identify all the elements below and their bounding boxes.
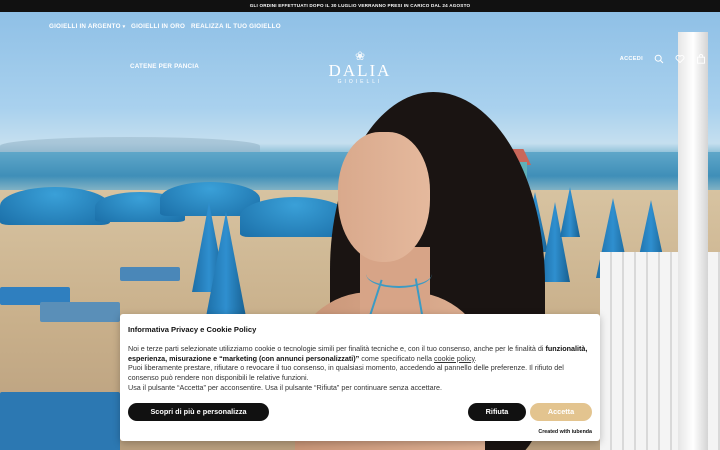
bag-icon[interactable] [696, 54, 706, 64]
cookie-text-part: come specificato nella [359, 353, 434, 363]
cookie-text: Noi e terze parti selezionate utilizziam… [128, 344, 594, 393]
cookie-title: Informativa Privacy e Cookie Policy [128, 325, 257, 334]
beach-lounger [0, 392, 120, 450]
iubenda-credit[interactable]: Created with iubenda [538, 429, 592, 435]
learn-more-customize-button[interactable]: Scopri di più e personalizza [128, 403, 269, 421]
beach-lounger [120, 267, 180, 281]
search-icon[interactable] [654, 54, 664, 64]
brand-logo[interactable]: ❀ DALIA GIOIELLI [322, 50, 398, 98]
accept-button[interactable]: Accetta [530, 403, 592, 421]
reject-button[interactable]: Rifiuta [468, 403, 526, 421]
cookie-text-part: . [474, 353, 477, 363]
cookie-consent-banner: Informativa Privacy e Cookie Policy Noi … [120, 314, 600, 441]
nav-gioielli-argento[interactable]: GIOIELLI IN ARGENTO ▾ [49, 23, 125, 30]
cookie-text-part: Noi e terze parti selezionate utilizziam… [128, 344, 546, 353]
header-actions: ACCEDI [620, 54, 706, 64]
chevron-down-icon: ▾ [122, 24, 126, 30]
heart-icon[interactable] [675, 54, 685, 64]
announcement-bar: GLI ORDINI EFFETTUATI DOPO IL 30 LUGLIO … [0, 0, 720, 12]
nav-catene-pancia[interactable]: CATENE PER PANCIA [130, 63, 199, 70]
nav-gioielli-oro[interactable]: GIOIELLI IN ORO [131, 23, 185, 30]
cookie-text-part: Usa il pulsante “Accetta” per acconsenti… [128, 382, 443, 392]
brand-name: DALIA [328, 61, 392, 80]
main-nav: GIOIELLI IN ARGENTO ▾ GIOIELLI IN ORO REA… [0, 12, 720, 85]
cookie-text-part: Puoi liberamente prestare, rifiutare o r… [128, 363, 564, 383]
login-link[interactable]: ACCEDI [620, 56, 643, 62]
cookie-policy-link[interactable]: cookie policy [434, 354, 475, 363]
beach-umbrella [0, 187, 110, 225]
beach-lounger [40, 302, 120, 322]
balcony-pillar [678, 32, 708, 450]
nav-label: GIOIELLI IN ARGENTO [49, 23, 121, 30]
model-face [338, 132, 430, 262]
flower-logo-icon: ❀ [354, 49, 366, 63]
brand-tagline: GIOIELLI [337, 79, 383, 85]
nav-realizza-gioiello[interactable]: REALIZZA IL TUO GIOIELLO [191, 23, 281, 30]
